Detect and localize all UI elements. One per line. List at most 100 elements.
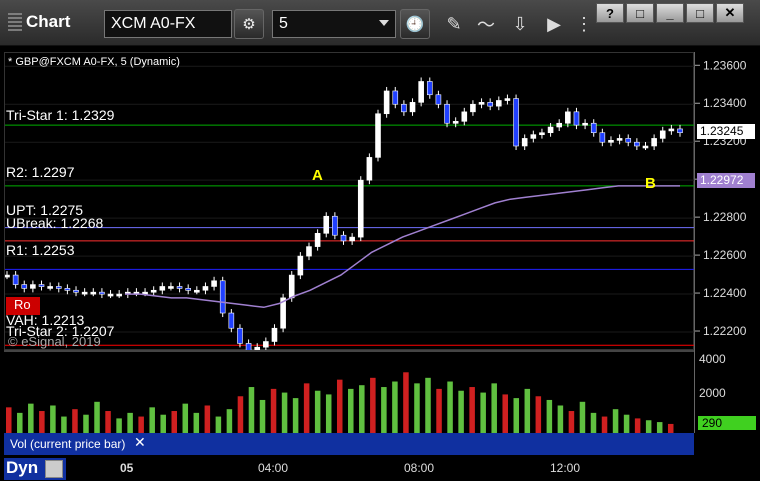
price-pane[interactable] xyxy=(4,52,695,358)
volume-bar xyxy=(314,390,321,435)
volume-bar xyxy=(557,405,564,435)
price-candle xyxy=(590,122,597,134)
volume-bar xyxy=(458,390,464,435)
volume-bar xyxy=(381,387,387,435)
watermark: © eSignal, 2019 xyxy=(8,334,101,349)
price-candle xyxy=(176,286,183,289)
interval-value: 5 xyxy=(279,15,288,32)
price-candle xyxy=(237,327,243,344)
volume-bar xyxy=(359,385,365,435)
menu-icon[interactable]: ⋮ xyxy=(570,10,598,38)
red-tag: Ro xyxy=(6,297,40,315)
interval-select[interactable]: 5 xyxy=(272,10,396,38)
price-candle xyxy=(185,288,191,291)
volume-bar xyxy=(226,409,233,435)
price-candle xyxy=(435,94,442,105)
price-candle xyxy=(426,81,433,96)
price-candle xyxy=(271,327,278,342)
price-candle xyxy=(547,126,554,134)
price-candle xyxy=(496,100,502,107)
title-bar: Chart XCM A0-FX ⚙ 5 🕘 ✎ 〜 ⇩ ▶ ⋮ ? □ _ □ … xyxy=(0,0,760,46)
window-title-text: Chart xyxy=(26,12,71,31)
volume-axis[interactable]: 4000 2000 0 290 xyxy=(694,350,756,433)
last-volume-tag: 290 xyxy=(698,416,756,430)
lock-icon[interactable] xyxy=(45,460,63,478)
volume-bar xyxy=(182,403,189,435)
marker-a: A xyxy=(312,167,323,184)
price-candle xyxy=(288,274,295,299)
price-candle xyxy=(478,102,485,105)
clock-icon[interactable]: 🕘 xyxy=(400,9,430,39)
volume-tick: 4000 xyxy=(699,352,726,366)
price-candle xyxy=(194,289,200,293)
volume-bar xyxy=(204,405,211,435)
price-candle xyxy=(565,111,571,124)
volume-label-bar: Vol (current price bar) ✕ xyxy=(4,433,694,455)
pencil-icon[interactable]: ✎ xyxy=(440,10,468,38)
play-icon[interactable]: ▶ xyxy=(540,10,568,38)
maximize-button[interactable]: □ xyxy=(686,3,714,23)
price-candle xyxy=(4,274,10,278)
price-candle xyxy=(47,286,53,289)
price-candle xyxy=(349,236,355,242)
price-candle xyxy=(418,81,424,103)
price-axis[interactable]: 1.236001.234001.232001.230001.228001.226… xyxy=(694,52,756,350)
volume-bar xyxy=(248,387,255,435)
chevron-down-icon xyxy=(379,20,389,26)
grip-icon[interactable] xyxy=(8,13,22,31)
volume-bar xyxy=(281,392,288,435)
gear-icon[interactable]: ⚙ xyxy=(234,9,264,39)
volume-bar xyxy=(160,414,166,435)
price-candle xyxy=(521,138,528,147)
price-candle xyxy=(297,255,304,276)
price-candle xyxy=(392,90,399,105)
price-candle xyxy=(582,122,588,126)
price-candle xyxy=(202,286,209,291)
volume-bar xyxy=(6,407,12,435)
price-candle xyxy=(357,179,364,238)
price-tick-label: 1.22800 xyxy=(703,210,747,224)
volume-pane[interactable] xyxy=(4,350,694,435)
volume-bar xyxy=(546,399,553,435)
close-button[interactable]: ✕ xyxy=(716,3,744,23)
volume-label: Vol (current price bar) xyxy=(10,437,126,451)
symbol-input[interactable]: XCM A0-FX xyxy=(104,10,232,38)
volume-bar xyxy=(612,409,619,435)
price-candle xyxy=(168,286,174,289)
price-candle xyxy=(573,111,580,126)
average-line xyxy=(125,185,680,309)
price-candle xyxy=(12,274,19,285)
close-icon[interactable]: ✕ xyxy=(134,434,146,451)
volume-bar xyxy=(524,388,531,435)
volume-bar xyxy=(502,394,508,435)
volume-bar xyxy=(50,405,56,435)
minimize-button[interactable]: _ xyxy=(656,3,684,23)
price-candle xyxy=(150,289,157,293)
volume-bar xyxy=(94,401,100,435)
study-icon[interactable]: 〜 xyxy=(472,10,500,38)
price-tick-label: 1.23600 xyxy=(703,58,747,72)
volume-bar xyxy=(325,394,332,435)
volume-bar xyxy=(480,392,486,435)
price-candle xyxy=(651,138,657,147)
price-candle xyxy=(81,291,88,295)
price-candle xyxy=(625,138,632,143)
restore-button[interactable]: □ xyxy=(626,3,654,23)
price-candle xyxy=(306,246,312,257)
price-candle xyxy=(30,284,36,289)
volume-bar xyxy=(403,372,409,435)
price-candle xyxy=(608,140,614,143)
volume-bar xyxy=(491,383,497,435)
volume-bar xyxy=(171,411,178,435)
price-tick-label: 1.22200 xyxy=(703,324,747,338)
price-candle xyxy=(219,280,226,314)
marker-b: B xyxy=(645,175,656,192)
price-chart[interactable] xyxy=(4,53,695,358)
get-icon[interactable]: ⇩ xyxy=(506,10,534,38)
time-axis[interactable]: 05 04:00 08:00 12:00 xyxy=(0,456,760,481)
price-candle xyxy=(38,284,45,287)
volume-chart[interactable] xyxy=(4,352,694,435)
price-candle xyxy=(21,284,28,289)
help-button[interactable]: ? xyxy=(596,3,624,23)
volume-bar xyxy=(568,411,575,435)
